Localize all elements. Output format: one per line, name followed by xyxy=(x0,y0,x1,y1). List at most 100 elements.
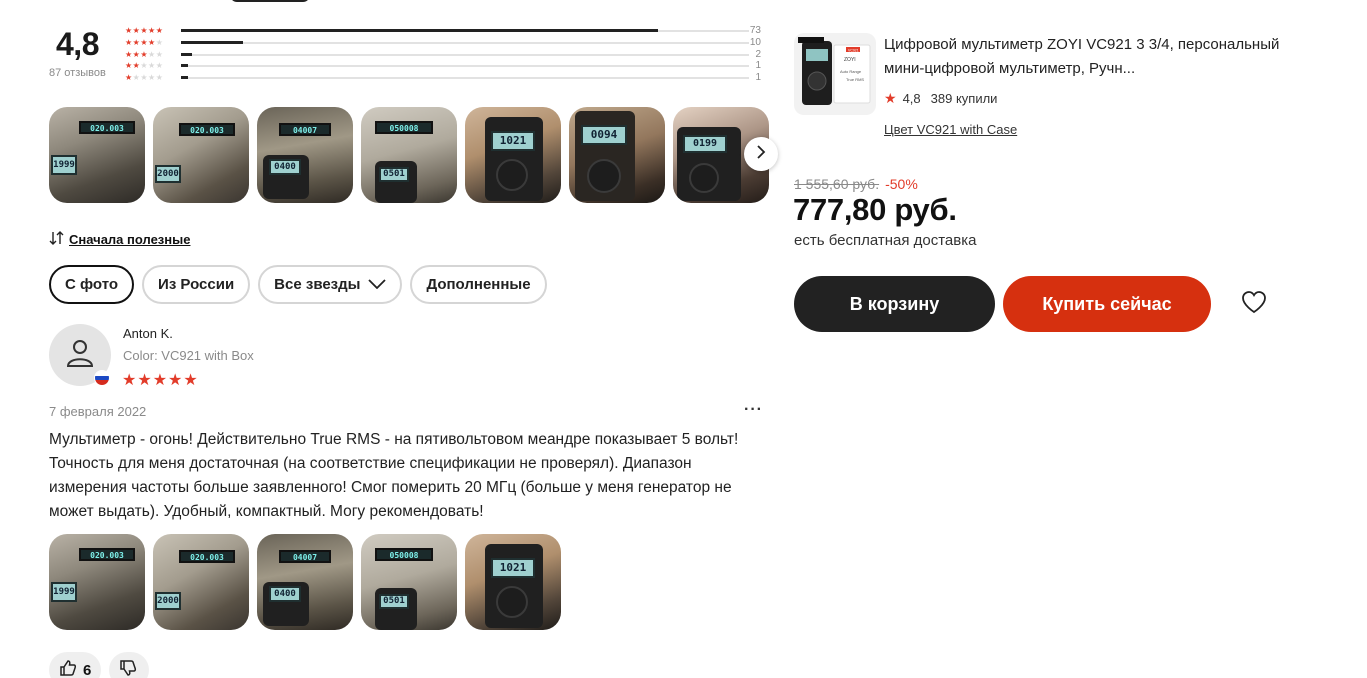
filter-with-photo[interactable]: С фото xyxy=(49,265,135,304)
product-title[interactable]: Цифровой мультиметр ZOYI VC921 3 3/4, пе… xyxy=(884,33,1284,81)
gallery-photo[interactable]: 04007 0400 xyxy=(257,107,353,203)
old-price-row: 1 555,60 руб. -50% xyxy=(794,176,918,192)
review-photo-display: 0501 xyxy=(379,594,409,609)
wishlist-button[interactable] xyxy=(1238,288,1270,320)
review-photo-display: 2000 xyxy=(155,592,181,610)
rating-bar-count: 2 xyxy=(755,48,761,60)
review-author: Anton K. xyxy=(123,326,173,341)
rating-bar-row: ★★★★★ 1 xyxy=(125,60,765,73)
rating-bar-stars: ★★★★★ xyxy=(125,26,164,35)
review-stars: ★★★★★ xyxy=(122,372,199,389)
filter-from-russia[interactable]: Из России xyxy=(142,265,251,304)
image-rms-text: True RMS xyxy=(846,77,864,82)
thumbs-up-icon xyxy=(59,659,77,678)
filter-label: С фото xyxy=(65,276,119,293)
rating-bar-count: 1 xyxy=(755,60,761,72)
buy-now-button[interactable]: Купить сейчас xyxy=(1003,276,1211,332)
rating-bar-stars: ★★★★★ xyxy=(125,73,164,83)
filter-updated[interactable]: Дополненные xyxy=(410,265,547,304)
gallery-photo-display: 050008 xyxy=(375,121,433,134)
russia-flag-icon xyxy=(94,370,110,386)
gallery-photo-display: 2000 xyxy=(155,165,181,183)
reviews-count: 87 отзывов xyxy=(49,67,106,79)
image-autorange-text: Auto Range xyxy=(840,69,862,74)
gallery-photo[interactable]: 020.003 1999 xyxy=(49,107,145,203)
review-photo[interactable]: 020.003 1999 xyxy=(49,534,145,630)
heart-icon xyxy=(1241,290,1267,319)
gallery-photo-display: 0501 xyxy=(379,167,409,182)
review-photos: 020.003 1999 020.003 2000 04007 0400 050… xyxy=(49,534,561,630)
sort-label: Сначала полезные xyxy=(69,232,191,247)
review-photo[interactable]: 050008 0501 xyxy=(361,534,457,630)
top-bar-stub xyxy=(230,0,310,2)
rating-bar-row: ★★★★★ 10 xyxy=(125,36,765,50)
image-model-text: VC921 xyxy=(848,48,859,52)
review-photo-display: 020.003 xyxy=(79,548,135,561)
sort-control[interactable]: Сначала полезные xyxy=(49,231,190,248)
product-color-link[interactable]: Цвет VC921 with Case xyxy=(884,122,1017,137)
gallery-photo[interactable]: 020.003 2000 xyxy=(153,107,249,203)
product-image[interactable]: ZOYI VC921 Auto Range True RMS xyxy=(794,33,876,115)
rating-bar-track xyxy=(181,76,749,80)
rating-bar-track xyxy=(181,40,749,44)
gallery-photo-display: 1999 xyxy=(51,155,77,175)
old-price: 1 555,60 руб. xyxy=(794,176,880,192)
review-photo[interactable]: 020.003 2000 xyxy=(153,534,249,630)
gallery-photo-display: 020.003 xyxy=(179,123,235,136)
product-rating: ★ 4,8 389 купили xyxy=(884,90,997,107)
rating-bar-track xyxy=(181,64,749,68)
gallery-photo-display: 0400 xyxy=(269,159,301,175)
filter-label: Из России xyxy=(158,276,235,293)
rating-bar-stars: ★★★★★ xyxy=(125,61,164,71)
rating-bar-track xyxy=(181,52,749,56)
sort-icon xyxy=(49,231,65,248)
more-options-button[interactable]: ··· xyxy=(744,401,763,419)
chevron-down-icon xyxy=(368,276,387,293)
thumbs-down-icon xyxy=(119,659,137,678)
gallery-photo-display: 04007 xyxy=(279,123,331,136)
user-icon xyxy=(63,336,97,375)
gallery-photo-display: 0094 xyxy=(581,125,627,145)
image-brand-text: ZOYI xyxy=(844,57,856,63)
like-count: 6 xyxy=(83,661,92,678)
gallery-photo[interactable]: 1021 xyxy=(465,107,561,203)
gallery-photo-display: 1021 xyxy=(491,131,535,151)
rating-bar-count: 73 xyxy=(749,25,761,36)
chevron-right-icon xyxy=(755,144,767,165)
add-to-cart-button[interactable]: В корзину xyxy=(794,276,995,332)
current-price: 777,80 руб. xyxy=(793,192,957,227)
rating-bar-count: 10 xyxy=(749,36,761,48)
review-photo-display: 1999 xyxy=(51,582,77,602)
rating-bar-row: ★★★★★ 73 xyxy=(125,25,765,38)
review-text: Мультиметр - огонь! Действительно True R… xyxy=(49,431,739,520)
review-photo[interactable]: 04007 0400 xyxy=(257,534,353,630)
rating-bar-count: 1 xyxy=(755,72,761,84)
rating-bar-fill xyxy=(181,52,193,56)
rating-bar-stars: ★★★★★ xyxy=(125,37,164,47)
gallery-photo-display: 0199 xyxy=(683,135,727,153)
product-sold-count: 389 купили xyxy=(930,91,998,106)
review-variant: Color: VC921 with Box xyxy=(123,348,254,363)
gallery-photo[interactable]: 050008 0501 xyxy=(361,107,457,203)
discount-badge: -50% xyxy=(885,176,918,192)
rating-distribution: ★★★★★ 73 ★★★★★ 10 ★★★★★ 2 ★★★★★ 1 ★★★★★ 1 xyxy=(125,25,765,85)
filter-chips: С фото Из России Все звезды Дополненные xyxy=(49,265,547,304)
review-photo-display: 020.003 xyxy=(179,550,235,563)
gallery-photo-display: 020.003 xyxy=(79,121,135,134)
review-photo-display: 050008 xyxy=(375,548,433,561)
like-button[interactable]: 6 xyxy=(49,652,102,678)
filter-all-stars-dropdown[interactable]: Все звезды xyxy=(258,265,403,304)
rating-bar-fill xyxy=(181,40,244,44)
gallery-next-button[interactable] xyxy=(744,137,778,171)
gallery-photo[interactable]: 0094 xyxy=(569,107,665,203)
product-rating-value: 4,8 xyxy=(902,91,921,106)
star-icon: ★ xyxy=(884,90,897,106)
review-photo-display: 0400 xyxy=(269,586,301,602)
review-date: 7 февраля 2022 xyxy=(49,404,147,419)
rating-bar-row: ★★★★★ 1 xyxy=(125,72,765,85)
review-votes: 6 xyxy=(49,652,150,678)
dislike-button[interactable] xyxy=(109,652,150,678)
review-photo[interactable]: 1021 xyxy=(465,534,561,630)
rating-bar-stars: ★★★★★ xyxy=(125,49,164,59)
rating-bar-fill xyxy=(181,29,659,32)
